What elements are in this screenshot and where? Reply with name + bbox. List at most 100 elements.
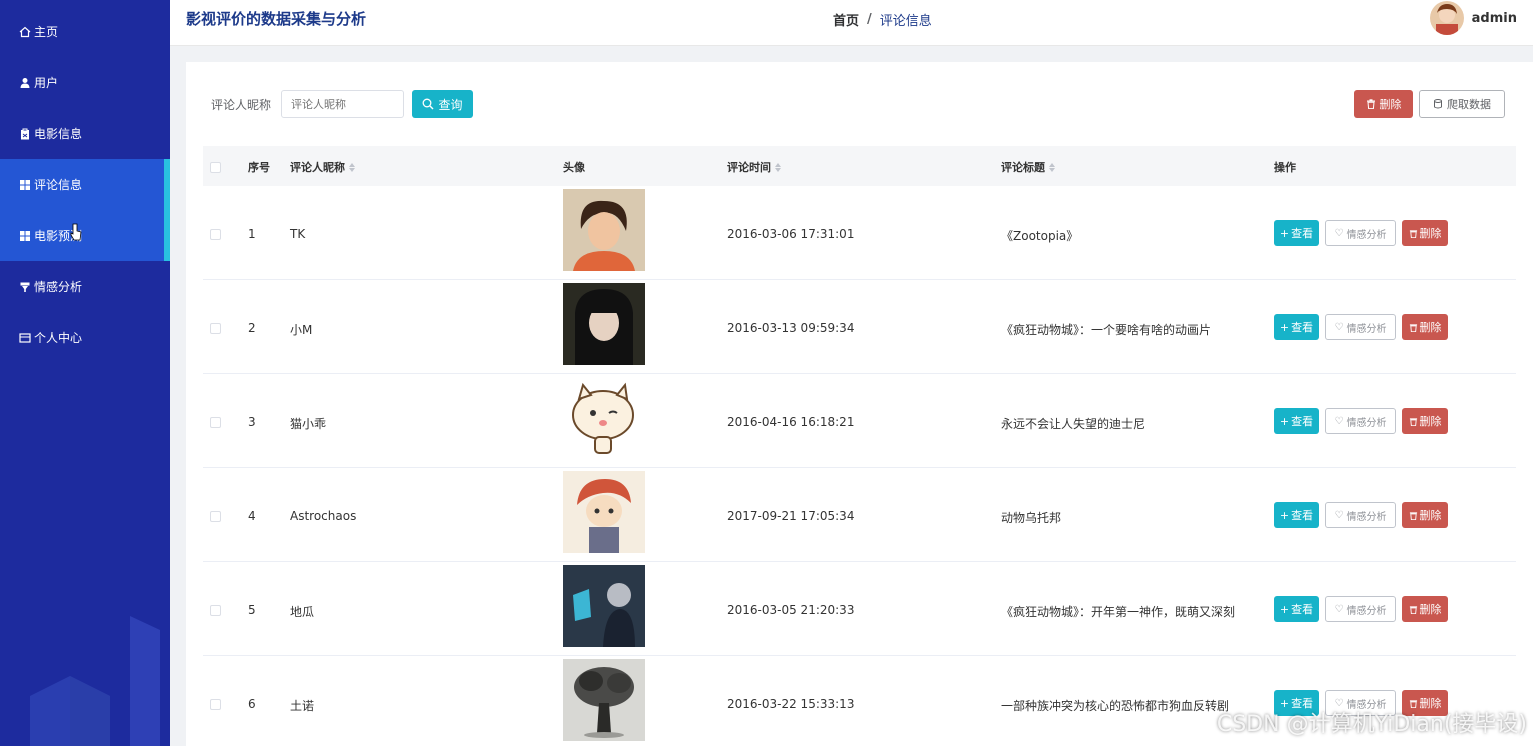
row-checkbox[interactable] <box>210 511 221 522</box>
query-button-label: 查询 <box>438 97 463 112</box>
table-row[interactable]: 1 TK 2016-03-06 17:31:01 《Zootopia》 + 查看 … <box>203 186 1516 280</box>
search-label: 评论人昵称 <box>211 98 272 112</box>
plus-icon: + <box>1279 414 1290 428</box>
sidebar-item-label: 评论信息 <box>34 178 83 192</box>
row-delete-button[interactable]: 删除 <box>1402 220 1448 246</box>
sidebar: 主页 用户 电影信息 评论信息 电影预测 情感分析 个人中心 <box>0 0 170 746</box>
commenter-avatar-image <box>563 471 645 553</box>
row-index: 3 <box>248 415 256 429</box>
row-actions: + 查看 ♡ 情感分析 删除 <box>1274 220 1448 246</box>
row-checkbox[interactable] <box>210 417 221 428</box>
sidebar-item-label: 个人中心 <box>34 331 83 345</box>
row-delete-button-label: 删除 <box>1419 227 1442 240</box>
crawl-data-button-label: 爬取数据 <box>1447 98 1491 111</box>
row-title: 永远不会让人失望的迪士尼 <box>1001 417 1146 431</box>
grid-icon <box>18 229 31 242</box>
sidebar-item-label: 用户 <box>34 76 59 90</box>
delete-button[interactable]: 删除 <box>1354 90 1413 118</box>
row-checkbox[interactable] <box>210 605 221 616</box>
crawl-data-button[interactable]: 爬取数据 <box>1419 90 1505 118</box>
column-header-time[interactable]: 评论时间 <box>727 159 781 175</box>
sort-icon[interactable] <box>349 162 355 172</box>
breadcrumb: 首页 / 评论信息 <box>833 10 932 29</box>
column-header-ops: 操作 <box>1274 161 1296 174</box>
row-delete-button-label: 删除 <box>1419 415 1442 428</box>
row-time: 2016-03-13 09:59:34 <box>727 321 855 335</box>
row-time: 2016-04-16 16:18:21 <box>727 415 855 429</box>
sidebar-item-movie-info[interactable]: 电影信息 <box>0 108 170 159</box>
row-time: 2016-03-06 17:31:01 <box>727 227 855 241</box>
sentiment-analysis-button[interactable]: ♡ 情感分析 <box>1325 502 1396 528</box>
sidebar-item-comments[interactable]: 评论信息 <box>0 159 170 210</box>
sidebar-item-sentiment[interactable]: 情感分析 <box>0 261 170 312</box>
plus-icon: + <box>1279 226 1290 240</box>
sort-icon[interactable] <box>775 162 781 172</box>
sidebar-item-movie-forecast[interactable]: 电影预测 <box>0 210 170 261</box>
row-time: 2016-03-05 21:20:33 <box>727 603 855 617</box>
column-header-index: 序号 <box>248 161 270 174</box>
table-row[interactable]: 4 Astrochaos 2017-09-21 17:05:34 动物乌托邦 +… <box>203 468 1516 562</box>
row-title: 《疯狂动物城》：开年第一神作，既萌又深刻 <box>1001 605 1236 619</box>
card-icon <box>18 331 31 344</box>
sidebar-item-users[interactable]: 用户 <box>0 57 170 108</box>
plus-icon: + <box>1279 320 1290 334</box>
row-checkbox[interactable] <box>210 323 221 334</box>
commenter-avatar-image <box>563 189 645 271</box>
row-delete-button-label: 删除 <box>1419 603 1442 616</box>
row-delete-button[interactable]: 删除 <box>1402 502 1448 528</box>
heart-icon: ♡ <box>1334 509 1344 521</box>
breadcrumb-current: 评论信息 <box>879 14 932 29</box>
sentiment-analysis-button[interactable]: ♡ 情感分析 <box>1325 314 1396 340</box>
sidebar-item-label: 电影信息 <box>34 127 83 141</box>
breadcrumb-home[interactable]: 首页 <box>833 10 859 29</box>
table-row[interactable]: 3 猫小乖 2016-04-16 16:18:21 永远不会让人失望的迪士尼 +… <box>203 374 1516 468</box>
row-nickname: 土诺 <box>290 699 315 713</box>
commenter-avatar-image <box>563 565 645 647</box>
breadcrumb-separator: / <box>867 12 872 27</box>
column-header-nickname[interactable]: 评论人昵称 <box>290 159 355 175</box>
heart-icon: ♡ <box>1334 603 1344 615</box>
column-header-title[interactable]: 评论标题 <box>1001 159 1055 175</box>
sentiment-analysis-button[interactable]: ♡ 情感分析 <box>1325 596 1396 622</box>
view-button[interactable]: + 查看 <box>1274 596 1319 622</box>
row-delete-button[interactable]: 删除 <box>1402 408 1448 434</box>
select-all-checkbox[interactable] <box>210 162 221 173</box>
query-button[interactable]: 查询 <box>412 90 473 118</box>
row-nickname: 猫小乖 <box>290 417 327 431</box>
search-icon <box>423 98 434 110</box>
sentiment-analysis-button[interactable]: ♡ 情感分析 <box>1325 408 1396 434</box>
view-button[interactable]: + 查看 <box>1274 314 1319 340</box>
heart-icon: ♡ <box>1334 227 1344 239</box>
user-menu[interactable]: admin <box>1429 0 1517 36</box>
sidebar-item-label: 情感分析 <box>34 280 83 294</box>
sentiment-analysis-button-label: 情感分析 <box>1346 323 1387 335</box>
trash-icon <box>1409 605 1417 614</box>
view-button[interactable]: + 查看 <box>1274 502 1319 528</box>
trash-icon <box>1409 417 1417 426</box>
search-input[interactable] <box>281 90 404 118</box>
view-button-label: 查看 <box>1291 227 1314 240</box>
user-icon <box>18 76 31 89</box>
sentiment-analysis-button[interactable]: ♡ 情感分析 <box>1325 220 1396 246</box>
sentiment-analysis-button-label: 情感分析 <box>1346 417 1387 429</box>
row-checkbox[interactable] <box>210 229 221 240</box>
row-actions: + 查看 ♡ 情感分析 删除 <box>1274 408 1448 434</box>
clipboard-icon <box>18 127 31 140</box>
sentiment-analysis-button-label: 情感分析 <box>1346 605 1387 617</box>
row-delete-button[interactable]: 删除 <box>1402 314 1448 340</box>
app-title: 影视评价的数据采集与分析 <box>186 10 367 28</box>
avatar[interactable] <box>1429 1 1464 35</box>
row-delete-button[interactable]: 删除 <box>1402 596 1448 622</box>
view-button[interactable]: + 查看 <box>1274 408 1319 434</box>
sidebar-item-profile[interactable]: 个人中心 <box>0 312 170 363</box>
table-row[interactable]: 2 小M 2016-03-13 09:59:34 《疯狂动物城》：一个要啥有啥的… <box>203 280 1516 374</box>
sort-icon[interactable] <box>1049 162 1055 172</box>
trash-icon <box>1409 511 1417 520</box>
sidebar-item-home[interactable]: 主页 <box>0 6 170 57</box>
table-row[interactable]: 5 地瓜 2016-03-05 21:20:33 《疯狂动物城》：开年第一神作，… <box>203 562 1516 656</box>
row-title: 动物乌托邦 <box>1001 511 1062 525</box>
row-nickname: Astrochaos <box>290 509 357 523</box>
row-checkbox[interactable] <box>210 699 221 710</box>
row-actions: + 查看 ♡ 情感分析 删除 <box>1274 314 1448 340</box>
view-button[interactable]: + 查看 <box>1274 220 1319 246</box>
